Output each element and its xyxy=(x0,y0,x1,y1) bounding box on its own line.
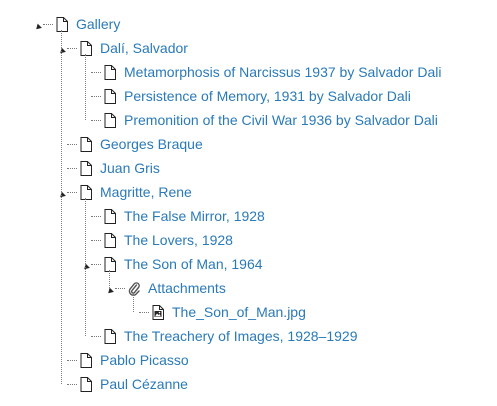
tree-item-label[interactable]: The Lovers, 1928 xyxy=(124,232,233,248)
tree-row-magritte-rene[interactable]: Magritte, Rene xyxy=(57,182,192,202)
tree-item-label[interactable]: Paul Cézanne xyxy=(100,376,188,392)
document-icon xyxy=(80,160,92,176)
document-icon xyxy=(80,40,92,56)
tree-connector xyxy=(67,383,77,385)
tree-item-label[interactable]: Premonition of the Civil War 1936 by Sal… xyxy=(124,112,438,128)
tree-row-dali-salvador[interactable]: Dalí, Salvador xyxy=(57,38,188,58)
tree-item-label[interactable]: Dalí, Salvador xyxy=(100,40,188,56)
document-icon xyxy=(104,64,116,80)
tree-rail xyxy=(133,294,134,312)
document-icon xyxy=(104,112,116,128)
document-icon xyxy=(104,208,116,224)
expand-toggle-icon[interactable] xyxy=(33,18,42,32)
tree-item-label[interactable]: The False Mirror, 1928 xyxy=(124,208,265,224)
tree-connector xyxy=(67,359,77,361)
tree-row-georges-braque[interactable]: Georges Braque xyxy=(57,134,203,154)
tree-connector xyxy=(91,71,101,73)
tree-item-label[interactable]: The Son of Man, 1964 xyxy=(124,256,263,272)
tree-connector xyxy=(43,23,53,25)
document-icon xyxy=(104,88,116,104)
tree-row-persistence-of-memory[interactable]: Persistence of Memory, 1931 by Salvador … xyxy=(81,86,411,106)
document-icon xyxy=(80,184,92,200)
tree-connector xyxy=(67,167,77,169)
tree-row-pablo-picasso[interactable]: Pablo Picasso xyxy=(57,350,189,370)
tree-item-label[interactable]: Gallery xyxy=(76,16,120,32)
tree-connector xyxy=(91,263,101,265)
tree-connector xyxy=(91,95,101,97)
tree-rail xyxy=(85,198,86,336)
tree-row-paul-cezanne[interactable]: Paul Cézanne xyxy=(57,374,188,394)
tree-item-label[interactable]: Attachments xyxy=(148,280,226,296)
tree-item-label[interactable]: Juan Gris xyxy=(100,160,160,176)
tree-row-the-false-mirror[interactable]: The False Mirror, 1928 xyxy=(81,206,265,226)
document-icon xyxy=(104,256,116,272)
tree-item-label[interactable]: Metamorphosis of Narcissus 1937 by Salva… xyxy=(124,64,441,80)
tree-item-label[interactable]: The_Son_of_Man.jpg xyxy=(172,304,306,320)
tree-rail xyxy=(109,270,110,288)
gallery-tree: Gallery Dalí, Salvador Metamorphosis of Na… xyxy=(0,0,497,406)
tree-connector xyxy=(115,287,125,289)
tree-row-the-lovers[interactable]: The Lovers, 1928 xyxy=(81,230,233,250)
tree-item-label[interactable]: Magritte, Rene xyxy=(100,184,192,200)
tree-connector xyxy=(139,311,149,313)
document-icon xyxy=(104,328,116,344)
tree-item-label[interactable]: Pablo Picasso xyxy=(100,352,189,368)
tree-connector xyxy=(67,143,77,145)
document-icon xyxy=(104,232,116,248)
tree-row-the-son-of-man-jpg[interactable]: The_Son_of_Man.jpg xyxy=(129,302,306,322)
tree-row-gallery[interactable]: Gallery xyxy=(33,14,120,34)
tree-rail xyxy=(61,30,62,384)
tree-row-juan-gris[interactable]: Juan Gris xyxy=(57,158,160,178)
tree-connector xyxy=(91,215,101,217)
document-icon xyxy=(80,136,92,152)
tree-connector xyxy=(91,119,101,121)
document-icon xyxy=(80,376,92,392)
tree-item-label[interactable]: The Treachery of Images, 1928–1929 xyxy=(124,328,357,344)
tree-connector xyxy=(67,47,77,49)
tree-row-the-treachery-of-images[interactable]: The Treachery of Images, 1928–1929 xyxy=(81,326,357,346)
paperclip-icon xyxy=(128,281,140,296)
tree-connector xyxy=(91,239,101,241)
document-icon xyxy=(80,352,92,368)
tree-rail xyxy=(85,54,86,120)
tree-row-premonition-of-the-civil-war[interactable]: Premonition of the Civil War 1936 by Sal… xyxy=(81,110,438,130)
document-icon xyxy=(56,16,68,32)
tree-item-label[interactable]: Georges Braque xyxy=(100,136,203,152)
tree-connector xyxy=(67,191,77,193)
tree-item-label[interactable]: Persistence of Memory, 1931 by Salvador … xyxy=(124,88,411,104)
image-file-icon xyxy=(152,304,164,320)
tree-row-metamorphosis-of-narcissus[interactable]: Metamorphosis of Narcissus 1937 by Salva… xyxy=(81,62,441,82)
tree-row-attachments[interactable]: Attachments xyxy=(105,278,226,298)
tree-connector xyxy=(91,335,101,337)
